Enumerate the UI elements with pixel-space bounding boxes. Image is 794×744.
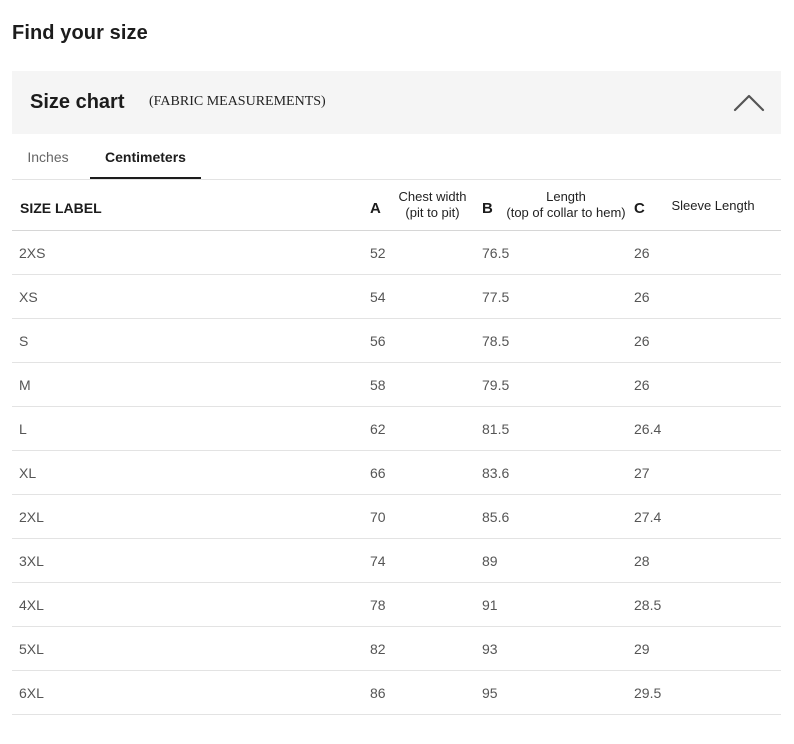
cell-length: 85.6 (482, 509, 510, 525)
cell-sleeve-length: 26 (634, 377, 650, 393)
table-row: L 62 81.5 26.4 (12, 407, 781, 451)
cell-size: 5XL (19, 641, 44, 657)
cell-sleeve-length: 27.4 (634, 509, 662, 525)
size-chart-header[interactable]: Size chart (FABRIC MEASUREMENTS) (12, 71, 781, 134)
column-header-chest-width-line2: (pit to pit) (405, 205, 460, 220)
cell-sleeve-length: 29.5 (634, 685, 662, 701)
size-guide-panel: Find your size Size chart (FABRIC MEASUR… (0, 0, 794, 744)
cell-chest-width: 78 (370, 597, 386, 613)
cell-sleeve-length: 28 (634, 553, 650, 569)
cell-size: 2XL (19, 509, 44, 525)
cell-chest-width: 52 (370, 245, 386, 261)
table-row: 5XL 82 93 29 (12, 627, 781, 671)
table-row: M 58 79.5 26 (12, 363, 781, 407)
cell-sleeve-length: 26.4 (634, 421, 662, 437)
cell-size: 2XS (19, 245, 46, 261)
column-header-length-line2: (top of collar to hem) (506, 205, 626, 220)
cell-chest-width: 82 (370, 641, 386, 657)
cell-size: XL (19, 465, 37, 481)
column-header-a-letter: A (370, 200, 381, 217)
table-row: 4XL 78 91 28.5 (12, 583, 781, 627)
cell-length: 83.6 (482, 465, 510, 481)
cell-chest-width: 62 (370, 421, 386, 437)
cell-chest-width: 58 (370, 377, 386, 393)
column-header-length-line1: Length (546, 189, 586, 204)
tab-centimeters[interactable]: Centimeters (90, 135, 201, 179)
cell-sleeve-length: 28.5 (634, 597, 662, 613)
table-row: 2XS 52 76.5 26 (12, 231, 781, 275)
cell-length: 93 (482, 641, 498, 657)
tab-inches[interactable]: Inches (12, 135, 84, 178)
cell-chest-width: 54 (370, 289, 386, 305)
cell-sleeve-length: 27 (634, 465, 650, 481)
cell-chest-width: 86 (370, 685, 386, 701)
column-header-length: Length (top of collar to hem) (502, 189, 630, 221)
collapse-button[interactable] (732, 89, 766, 115)
cell-sleeve-length: 26 (634, 333, 650, 349)
table-row: S 56 78.5 26 (12, 319, 781, 363)
cell-size: 6XL (19, 685, 44, 701)
cell-sleeve-length: 26 (634, 289, 650, 305)
cell-length: 79.5 (482, 377, 510, 393)
cell-length: 77.5 (482, 289, 510, 305)
column-header-chest-width: Chest width (pit to pit) (395, 189, 470, 221)
cell-length: 78.5 (482, 333, 510, 349)
page-title: Find your size (12, 22, 148, 44)
cell-chest-width: 66 (370, 465, 386, 481)
size-chart-subtitle: (FABRIC MEASUREMENTS) (149, 94, 326, 109)
table-row: XS 54 77.5 26 (12, 275, 781, 319)
column-header-size-label: SIZE LABEL (20, 200, 102, 216)
cell-size: M (19, 377, 31, 393)
cell-length: 89 (482, 553, 498, 569)
cell-length: 95 (482, 685, 498, 701)
cell-length: 81.5 (482, 421, 510, 437)
cell-sleeve-length: 26 (634, 245, 650, 261)
cell-sleeve-length: 29 (634, 641, 650, 657)
cell-chest-width: 56 (370, 333, 386, 349)
cell-size: 4XL (19, 597, 44, 613)
cell-length: 91 (482, 597, 498, 613)
cell-chest-width: 74 (370, 553, 386, 569)
size-table-body: 2XS 52 76.5 26 XS 54 77.5 26 S 56 78.5 2… (12, 231, 781, 715)
cell-length: 76.5 (482, 245, 510, 261)
table-row: 3XL 74 89 28 (12, 539, 781, 583)
cell-size: S (19, 333, 29, 349)
column-header-b-letter: B (482, 200, 493, 217)
cell-size: 3XL (19, 553, 44, 569)
column-header-chest-width-line1: Chest width (398, 189, 467, 204)
chevron-up-icon (733, 94, 765, 112)
cell-size: XS (19, 289, 38, 305)
table-header: SIZE LABEL A Chest width (pit to pit) B … (12, 180, 781, 231)
size-chart-title: Size chart (30, 91, 125, 113)
table-row: 6XL 86 95 29.5 (12, 671, 781, 715)
table-row: 2XL 70 85.6 27.4 (12, 495, 781, 539)
column-header-c-letter: C (634, 200, 645, 217)
table-row: XL 66 83.6 27 (12, 451, 781, 495)
cell-size: L (19, 421, 27, 437)
cell-chest-width: 70 (370, 509, 386, 525)
column-header-sleeve-length: Sleeve Length (671, 198, 755, 213)
unit-tabs: Inches Centimeters (12, 135, 781, 180)
